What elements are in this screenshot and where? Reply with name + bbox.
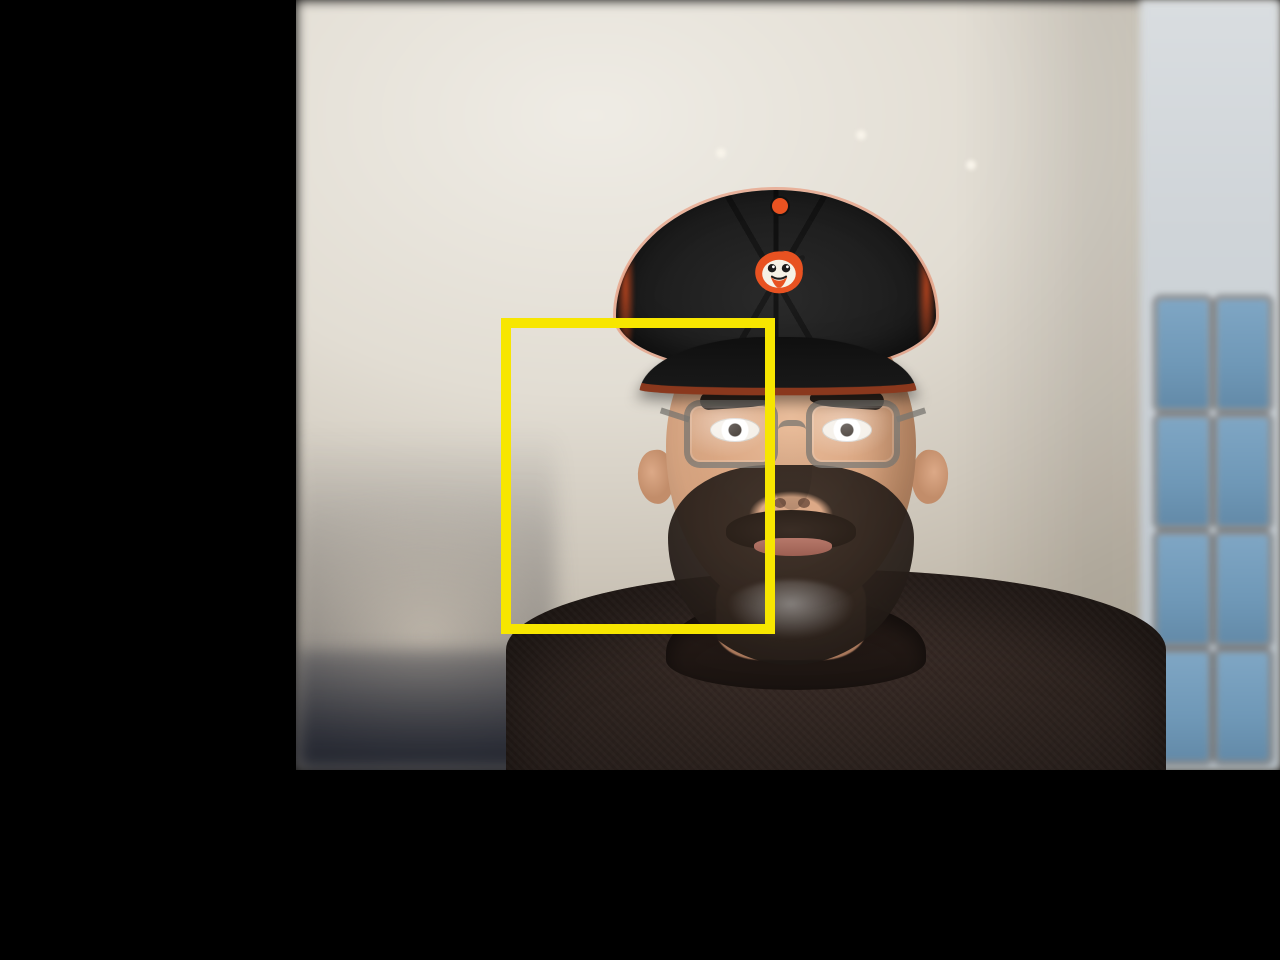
face-detection-box	[501, 318, 775, 634]
glasses-lens-right	[806, 400, 900, 468]
cap-logo-bird-icon	[742, 236, 816, 306]
cap-button	[772, 198, 788, 214]
photo	[296, 0, 1280, 770]
nostrils	[774, 498, 810, 510]
glasses-bridge	[778, 420, 806, 430]
canvas	[0, 0, 1280, 960]
